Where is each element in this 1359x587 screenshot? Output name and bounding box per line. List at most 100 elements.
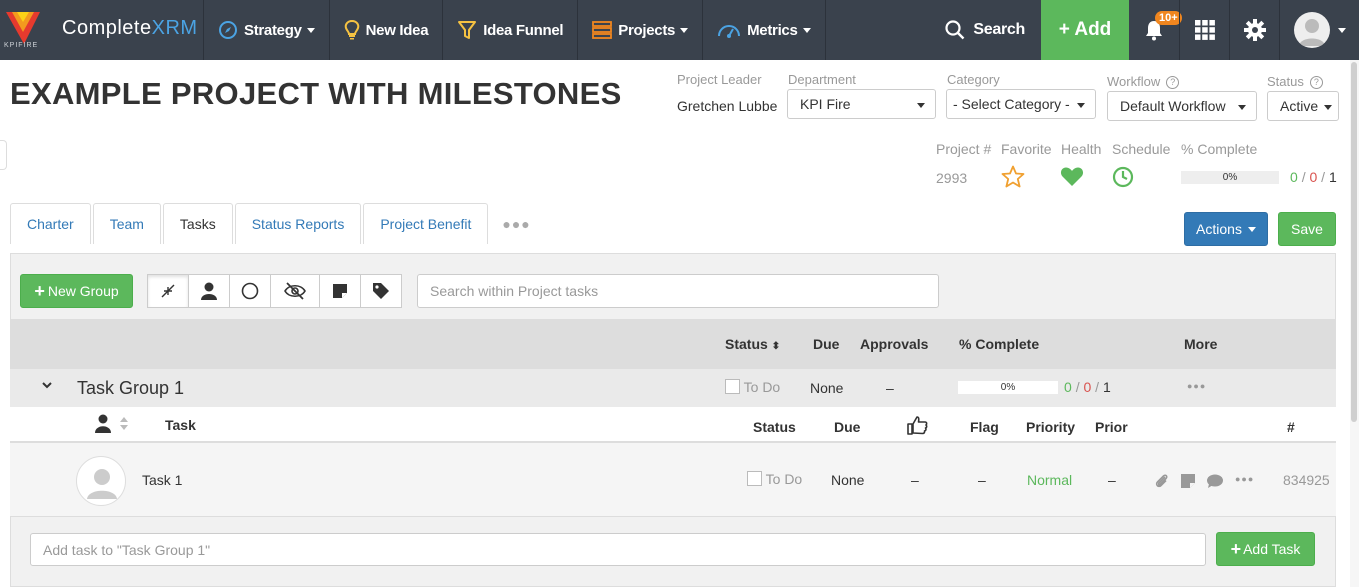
task-assignee-avatar[interactable] [76, 456, 126, 506]
nav-metrics-label: Metrics [747, 21, 798, 39]
clock-icon[interactable] [1112, 166, 1134, 188]
task-prior[interactable]: – [1108, 472, 1116, 488]
task-group-row: Task Group 1 To Do None – 0% 0 / 0 / 1 ●… [10, 369, 1336, 407]
task-approval[interactable]: – [911, 472, 919, 488]
apps-grid-button[interactable] [1179, 0, 1229, 60]
workflow-label: Workflow? [1107, 74, 1180, 89]
status-filter-button[interactable] [229, 274, 271, 308]
nav-strategy-label: Strategy [244, 21, 302, 39]
star-icon[interactable] [1001, 165, 1025, 188]
add-task-button[interactable]: + Add Task [1216, 532, 1315, 566]
tab-team[interactable]: Team [92, 203, 161, 244]
nav-new-idea[interactable]: New Idea [330, 0, 444, 60]
task-group-name[interactable]: Task Group 1 [77, 378, 184, 399]
tab-charter[interactable]: Charter [10, 203, 91, 244]
project-number-label: Project # [936, 141, 992, 157]
column-percent-complete: % Complete [959, 336, 1040, 352]
group-more-icon[interactable]: ●●● [1187, 381, 1206, 391]
column-task-due: Due [834, 419, 861, 435]
nav-idea-funnel[interactable]: Idea Funnel [443, 0, 579, 60]
column-approvals: Approvals [860, 336, 929, 352]
task-columns-header: Task Status Due Flag Priority Prior # [10, 407, 1336, 443]
column-due: Due [813, 336, 840, 352]
heart-icon[interactable] [1060, 166, 1084, 187]
paperclip-icon[interactable] [1155, 473, 1169, 494]
brand-small-text: KPIFIRE [4, 42, 39, 49]
column-number: # [1287, 419, 1295, 435]
nav-strategy[interactable]: Strategy [204, 0, 330, 60]
tabs-more-icon[interactable]: ●●● [490, 203, 530, 244]
top-navbar: KPIFIRE CompleteXRM Strategy New Idea Id… [0, 0, 1359, 60]
brand-logo[interactable]: KPIFIRE CompleteXRM [0, 0, 204, 60]
nav-projects-label: Projects [618, 21, 676, 39]
status-select[interactable]: Active [1267, 91, 1339, 121]
group-progress-bar: 0% [958, 381, 1058, 394]
task-priority[interactable]: Normal [1027, 472, 1072, 488]
status-checkbox [725, 379, 740, 394]
project-number-value: 2993 [936, 170, 968, 186]
column-more: More [1184, 336, 1218, 352]
compass-icon [218, 20, 238, 40]
nav-metrics[interactable]: Metrics [703, 0, 826, 60]
chevron-down-icon[interactable] [41, 378, 53, 396]
side-panel-toggle[interactable] [0, 140, 7, 170]
gear-icon [1243, 19, 1266, 41]
actions-button[interactable]: Actions [1184, 212, 1268, 246]
task-row: Task 1 To Do None – – Normal – ●●● 83492… [10, 443, 1336, 517]
settings-button[interactable] [1229, 0, 1279, 60]
hide-completed-button[interactable] [270, 274, 320, 308]
project-tabs: Charter Team Tasks Status Reports Projec… [10, 203, 531, 244]
tab-tasks[interactable]: Tasks [162, 203, 233, 244]
tab-status-reports[interactable]: Status Reports [234, 203, 362, 244]
group-due[interactable]: None [810, 380, 843, 396]
task-status[interactable]: To Do [747, 471, 802, 487]
nav-search-button[interactable]: Search [929, 0, 1041, 60]
help-icon: ? [1166, 76, 1180, 89]
percent-complete-label: % Complete [1181, 141, 1258, 157]
my-tasks-filter-button[interactable] [188, 274, 230, 308]
department-label: Department [788, 72, 856, 87]
workflow-select[interactable]: Default Workflow [1107, 91, 1257, 121]
tags-filter-button[interactable] [360, 274, 402, 308]
projects-icon [592, 21, 613, 39]
task-more-icon[interactable]: ●●● [1235, 474, 1254, 484]
department-select[interactable]: KPI Fire [787, 89, 936, 119]
search-icon [945, 20, 965, 40]
group-status[interactable]: To Do [725, 379, 780, 395]
task-search-input[interactable] [417, 274, 939, 308]
column-status[interactable]: Status ⬍ [725, 336, 780, 352]
nav-add-button[interactable]: + Add [1041, 0, 1129, 60]
grid-icon [1194, 20, 1215, 40]
new-group-button[interactable]: + New Group [20, 274, 133, 308]
avatar [1293, 12, 1330, 48]
eye-slash-icon [284, 282, 306, 300]
page-title: EXAMPLE PROJECT WITH MILESTONES [10, 76, 622, 111]
notes-filter-button[interactable] [319, 274, 361, 308]
collapse-toggle-button[interactable] [147, 274, 189, 308]
comment-icon[interactable] [1206, 474, 1224, 494]
task-due[interactable]: None [831, 472, 864, 488]
tab-project-benefit[interactable]: Project Benefit [363, 203, 489, 244]
add-task-input[interactable] [30, 533, 1206, 566]
user-icon [201, 282, 217, 300]
project-leader-value: Gretchen Lubbe [677, 98, 778, 114]
assignee-sort-icon[interactable] [94, 413, 134, 440]
nav-idea-funnel-label: Idea Funnel [483, 21, 564, 39]
notifications-button[interactable]: 10+ [1129, 0, 1182, 60]
nav-projects[interactable]: Projects [578, 0, 704, 60]
task-flag[interactable]: – [978, 472, 986, 488]
scrollbar-thumb[interactable] [1351, 62, 1357, 422]
user-menu-button[interactable] [1279, 0, 1359, 60]
task-number: 834925 [1283, 472, 1330, 488]
task-name[interactable]: Task 1 [142, 472, 182, 488]
save-button[interactable]: Save [1278, 212, 1336, 246]
collapse-arrows-icon [161, 284, 175, 298]
schedule-label: Schedule [1112, 141, 1171, 157]
column-task-status: Status [753, 419, 796, 435]
thumbs-up-icon [906, 415, 928, 440]
category-select[interactable]: - Select Category - [946, 89, 1096, 119]
category-label: Category [947, 72, 1000, 87]
help-icon: ? [1309, 76, 1323, 89]
note-icon[interactable] [1181, 474, 1195, 493]
column-flag: Flag [970, 419, 999, 435]
